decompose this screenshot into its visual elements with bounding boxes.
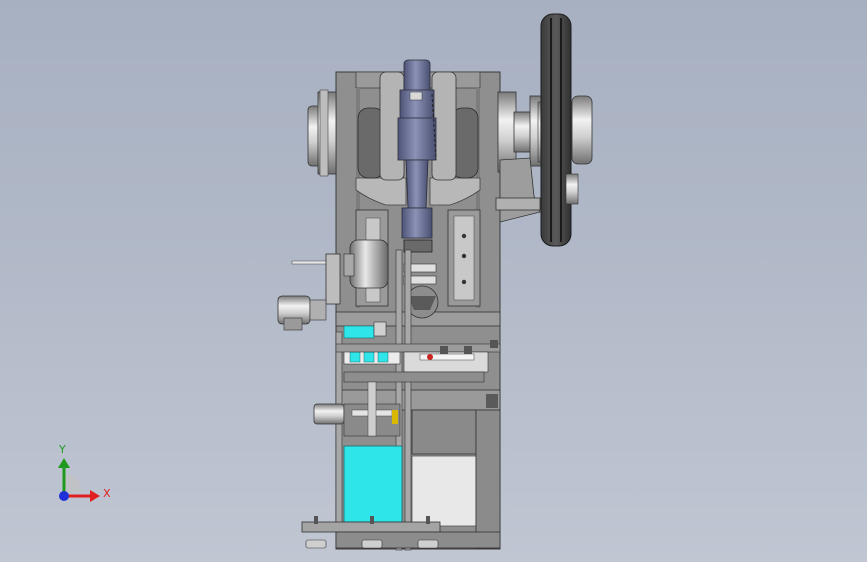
connecting-rod[interactable]: [397, 59, 437, 253]
flywheel[interactable]: [537, 13, 593, 247]
y-axis-label: Y: [59, 443, 66, 456]
x-axis-label: X: [103, 487, 111, 500]
left-cylinder[interactable]: [277, 295, 327, 331]
motor-bracket[interactable]: [495, 157, 541, 223]
frame-window: [411, 455, 477, 527]
material-bin[interactable]: [343, 445, 403, 523]
graphics-viewport[interactable]: X Y: [0, 0, 867, 562]
slide-guide-right[interactable]: [447, 209, 481, 307]
model-canvas[interactable]: [0, 0, 867, 562]
coordinate-triad: [58, 458, 100, 502]
z-axis-origin-icon: [59, 491, 69, 501]
